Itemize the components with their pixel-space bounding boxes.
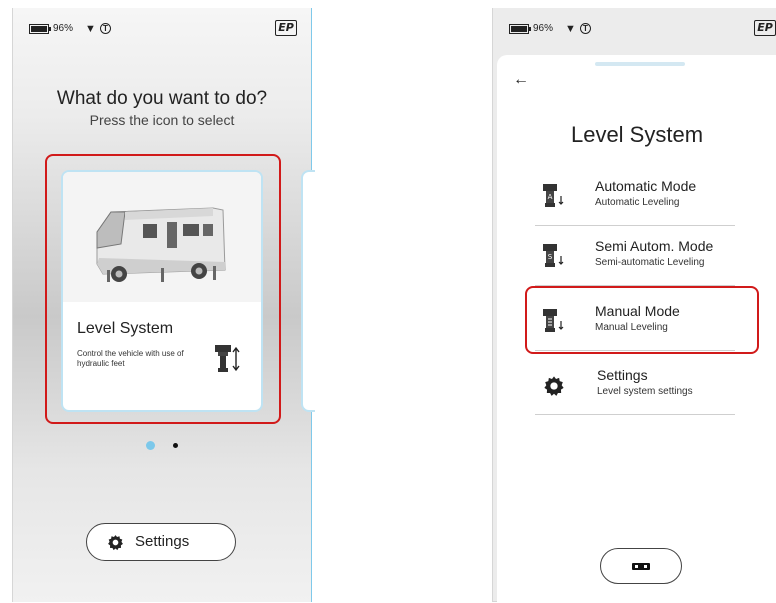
manual-mode-highlight-frame bbox=[525, 286, 759, 354]
panel-drag-handle[interactable] bbox=[595, 62, 685, 66]
pager-dot-active[interactable] bbox=[146, 441, 155, 450]
level-system-card[interactable]: Level System Control the vehicle with us… bbox=[61, 170, 263, 412]
wifi-icon: ▼ bbox=[565, 23, 576, 35]
level-system-screen: 96% ▼ T EP ← Level System A Automatic Mo… bbox=[492, 8, 776, 602]
vehicle-view-button[interactable] bbox=[600, 548, 682, 584]
motorhome-icon bbox=[63, 172, 261, 302]
battery-percent: 96% bbox=[533, 23, 554, 34]
pager-dot[interactable] bbox=[173, 443, 178, 448]
ep-logo: EP bbox=[275, 20, 297, 36]
menu-item-subtitle: Semi-automatic Leveling bbox=[595, 257, 705, 268]
battery-icon bbox=[509, 24, 531, 34]
menu-item-title: Semi Autom. Mode bbox=[595, 238, 714, 254]
menu-item-title: Settings bbox=[597, 367, 648, 383]
svg-text:A: A bbox=[548, 193, 553, 201]
connection-t-icon: T bbox=[100, 23, 111, 34]
divider bbox=[535, 414, 735, 415]
svg-text:S: S bbox=[548, 253, 553, 261]
menu-item-level-settings[interactable]: Settings Level system settings bbox=[535, 359, 735, 415]
status-bar: 96% ▼ T EP bbox=[13, 8, 311, 52]
divider bbox=[535, 225, 735, 226]
page-title: Level System bbox=[570, 122, 704, 147]
menu-item-subtitle: Automatic Leveling bbox=[595, 197, 680, 208]
menu-item-automatic-mode[interactable]: A Automatic Mode Automatic Leveling bbox=[535, 170, 735, 226]
menu-item-title: Automatic Mode bbox=[595, 178, 697, 194]
back-arrow-icon[interactable]: ← bbox=[513, 71, 529, 89]
gear-icon bbox=[543, 373, 565, 399]
connection-t-icon: T bbox=[580, 23, 591, 34]
page-headline: What do you want to do? bbox=[56, 88, 268, 109]
menu-item-subtitle: Level system settings bbox=[597, 386, 693, 397]
jack-semi-automatic-icon: S bbox=[543, 244, 565, 270]
settings-button-label: Settings bbox=[135, 533, 190, 550]
card-description: Control the vehicle with use of hydrauli… bbox=[77, 349, 184, 368]
status-bar: 96% ▼ T EP bbox=[493, 8, 776, 52]
jack-automatic-icon: A bbox=[543, 184, 565, 210]
battery-percent: 96% bbox=[53, 23, 74, 34]
card-title: Level System bbox=[77, 320, 174, 337]
hydraulic-foot-icon bbox=[215, 344, 241, 374]
battery-icon bbox=[29, 24, 51, 34]
wifi-icon: ▼ bbox=[85, 23, 96, 35]
vehicle-top-view-icon bbox=[632, 563, 650, 570]
home-screen: 96% ▼ T EP What do you want to do? Press… bbox=[12, 8, 315, 602]
ep-logo: EP bbox=[754, 20, 776, 36]
menu-item-semi-automatic-mode[interactable]: S Semi Autom. Mode Semi-automatic Leveli… bbox=[535, 230, 735, 286]
next-card-peek[interactable] bbox=[301, 170, 315, 412]
settings-button[interactable]: Settings bbox=[86, 523, 236, 561]
page-subline: Press the icon to select bbox=[89, 112, 235, 128]
gear-icon bbox=[107, 534, 124, 551]
